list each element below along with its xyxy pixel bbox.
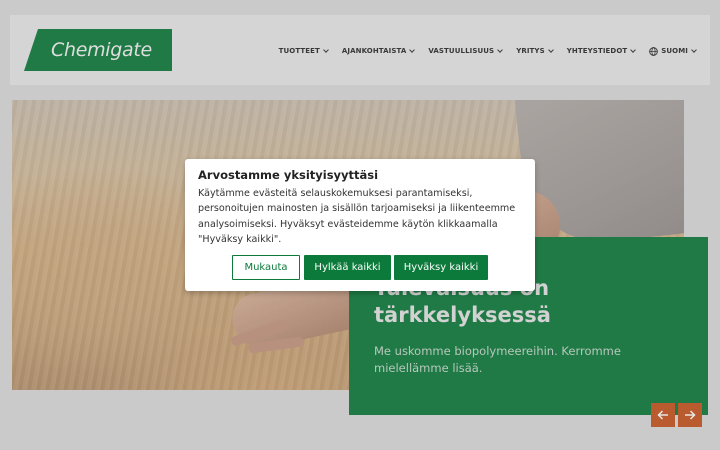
cookie-dialog-text: Käytämme evästeitä selauskokemuksesi par… <box>198 188 516 245</box>
cookie-dialog-title: Arvostamme yksityisyyttäsi <box>198 168 379 182</box>
cookie-consent-dialog: Arvostamme yksityisyyttäsi Käytämme eväs… <box>185 159 535 291</box>
customize-button[interactable]: Mukauta <box>232 255 300 280</box>
reject-all-button[interactable]: Hylkää kaikki <box>304 255 391 280</box>
accept-all-button[interactable]: Hyväksy kaikki <box>394 255 488 280</box>
